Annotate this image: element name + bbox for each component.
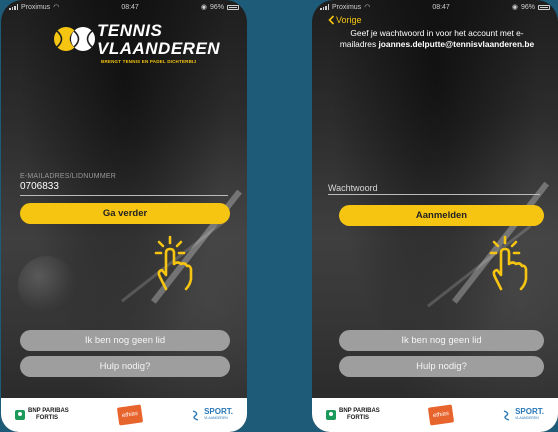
field-underline bbox=[328, 194, 540, 195]
password-field[interactable]: Wachtwoord bbox=[328, 183, 378, 193]
status-bar: Proximus ◠ 08:47 ◉ 96% bbox=[312, 0, 558, 14]
bnp-line1: BNP PARIBAS bbox=[339, 408, 380, 414]
tennis-balls-icon bbox=[54, 27, 95, 51]
help-button[interactable]: Hulp nodig? bbox=[20, 356, 230, 377]
back-button[interactable]: Vorige bbox=[328, 15, 362, 25]
clock: 08:47 bbox=[121, 3, 139, 11]
login-screen-email: Proximus ◠ 08:47 ◉ 96% TENNIS VLAANDEREN… bbox=[1, 0, 247, 432]
carrier-name: Proximus bbox=[332, 3, 362, 11]
help-button[interactable]: Hulp nodig? bbox=[339, 356, 544, 377]
sport-swirl-icon bbox=[192, 410, 199, 421]
sponsor-bar: BNP PARIBAS FORTIS ethias SPORT. VLAANDE… bbox=[312, 398, 558, 432]
signal-icon bbox=[320, 4, 329, 10]
instruction-text: Geef je wachtwoord in voor het account m… bbox=[312, 28, 558, 50]
bnp-line1: BNP PARIBAS bbox=[28, 408, 69, 414]
status-bar: Proximus ◠ 08:47 ◉ 96% bbox=[1, 0, 247, 14]
not-member-button[interactable]: Ik ben nog geen lid bbox=[20, 330, 230, 351]
sport-vlaanderen-logo: SPORT. VLAANDEREN bbox=[502, 408, 544, 422]
logo-tagline: BRENGT TENNIS EN PADEL DICHTERBIJ bbox=[101, 59, 197, 64]
instruction-prefix: mailadres bbox=[339, 39, 379, 49]
battery-icon bbox=[226, 4, 239, 10]
wifi-icon: ◠ bbox=[53, 4, 60, 11]
bnp-line2: FORTIS bbox=[36, 415, 58, 421]
tap-hand-icon bbox=[489, 235, 528, 291]
bnp-paribas-fortis-logo: BNP PARIBAS FORTIS bbox=[326, 408, 380, 422]
ethias-logo: ethias bbox=[427, 404, 455, 426]
tennis-vlaanderen-logo: TENNIS VLAANDEREN BRENGT TENNIS EN PADEL… bbox=[53, 20, 220, 66]
bnp-paribas-fortis-logo: BNP PARIBAS FORTIS bbox=[15, 408, 69, 422]
sport-line1: SPORT. bbox=[204, 407, 233, 416]
logo-text-line1: TENNIS bbox=[97, 21, 163, 40]
not-member-button[interactable]: Ik ben nog geen lid bbox=[339, 330, 544, 351]
tap-hand-icon bbox=[154, 235, 193, 291]
sport-swirl-icon bbox=[503, 410, 510, 421]
sport-line1: SPORT. bbox=[515, 407, 544, 416]
wifi-icon: ◠ bbox=[364, 4, 371, 11]
sponsor-bar: BNP PARIBAS FORTIS ethias SPORT. VLAANDE… bbox=[1, 398, 247, 432]
chevron-left-icon bbox=[328, 15, 335, 25]
sport-line2: VLAANDEREN bbox=[204, 416, 228, 420]
continue-button[interactable]: Ga verder bbox=[20, 203, 230, 224]
battery-percent: 96% bbox=[520, 3, 535, 11]
field-underline bbox=[20, 195, 228, 196]
clock: 08:47 bbox=[432, 3, 450, 11]
bnp-star-icon bbox=[15, 410, 25, 420]
battery-icon bbox=[537, 4, 550, 10]
email-field[interactable]: 0706833 bbox=[20, 181, 59, 192]
instruction-line1: Geef je wachtwoord in voor het account m… bbox=[350, 28, 524, 38]
login-button[interactable]: Aanmelden bbox=[339, 205, 544, 226]
bnp-line2: FORTIS bbox=[347, 415, 369, 421]
location-icon: ◉ bbox=[511, 4, 518, 11]
tennis-ball-background bbox=[18, 256, 76, 314]
carrier-name: Proximus bbox=[21, 3, 51, 11]
logo-text-line2: VLAANDEREN bbox=[97, 39, 221, 58]
bnp-star-icon bbox=[326, 410, 336, 420]
location-icon: ◉ bbox=[200, 4, 207, 11]
signal-icon bbox=[9, 4, 18, 10]
back-label: Vorige bbox=[336, 15, 362, 25]
login-screen-password: Proximus ◠ 08:47 ◉ 96% Vorige Geef je wa… bbox=[312, 0, 558, 432]
ethias-logo: ethias bbox=[116, 404, 144, 426]
sport-vlaanderen-logo: SPORT. VLAANDEREN bbox=[191, 408, 233, 422]
account-email: joannes.delputte@tennisvlaanderen.be bbox=[378, 39, 535, 49]
battery-percent: 96% bbox=[209, 3, 224, 11]
sport-line2: VLAANDEREN bbox=[515, 416, 539, 420]
email-field-label: E-MAILADRES/LIDNUMMER bbox=[20, 173, 116, 180]
